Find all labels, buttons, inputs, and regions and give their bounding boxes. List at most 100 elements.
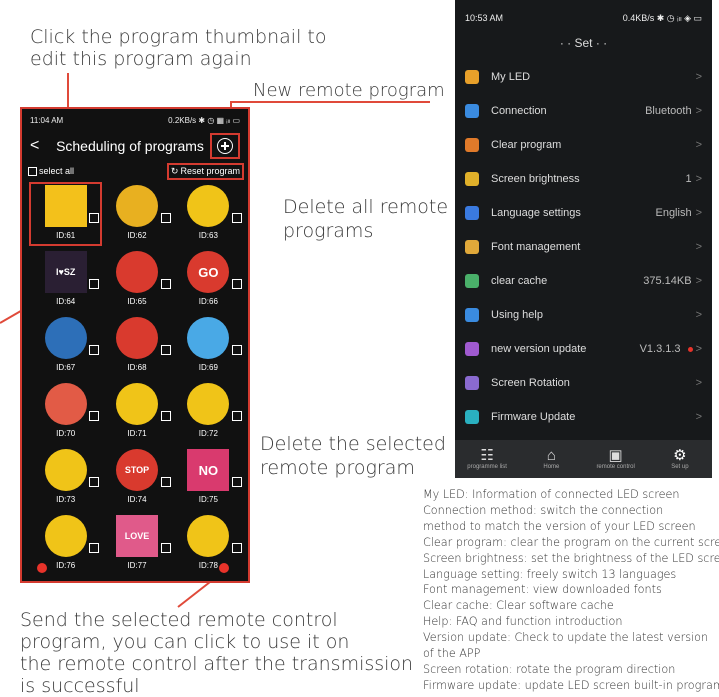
program-thumbnail[interactable]: ID:73: [30, 447, 101, 509]
program-id: ID:76: [56, 561, 76, 570]
settings-item-label: Using help: [491, 309, 543, 321]
program-thumbnail[interactable]: ID:78: [173, 513, 244, 575]
settings-item[interactable]: Firmware Update >: [455, 400, 712, 434]
settings-item[interactable]: Connection Bluetooth >: [455, 94, 712, 128]
rotate-icon: [465, 376, 479, 390]
program-checkbox[interactable]: [160, 477, 171, 487]
callout-thumbnail-line1: Click the program thumbnail to: [30, 26, 327, 48]
tab-gear[interactable]: ⚙ Set up: [648, 440, 712, 478]
callout-thumbnail-line2: edit this program again: [30, 48, 252, 70]
no-sound-icon: [115, 185, 158, 227]
program-thumbnail[interactable]: STOP ID:74: [101, 447, 172, 509]
program-checkbox[interactable]: [160, 543, 171, 553]
callout-delete-selected: Delete the selected remote program: [260, 432, 446, 480]
program-thumbnail[interactable]: ID:61: [28, 182, 103, 246]
chevron-right-icon: >: [695, 275, 702, 287]
settings-item[interactable]: Font management >: [455, 230, 712, 264]
chevron-right-icon: >: [695, 309, 702, 321]
kiss-face-icon: [44, 515, 87, 557]
tab-home[interactable]: ⌂ Home: [519, 440, 583, 478]
new-remote-program-button[interactable]: [210, 133, 240, 159]
program-thumbnail[interactable]: ID:69: [173, 315, 244, 377]
status-icons: 0.4KB/s ✱ ◷ ᵢₗₗ ◈ ▭: [622, 12, 702, 23]
tab-remote[interactable]: ▣ remote control: [584, 440, 648, 478]
program-thumbnail[interactable]: ID:68: [101, 315, 172, 377]
callout-send-line4: is successful: [20, 675, 140, 697]
program-id: ID:74: [127, 495, 147, 504]
settings-item[interactable]: Using help >: [455, 298, 712, 332]
program-checkbox[interactable]: [160, 279, 171, 289]
program-checkbox[interactable]: [232, 411, 242, 421]
no-phone-icon: [115, 251, 158, 293]
help-icon: [465, 308, 479, 322]
callout-delete-selected-line2: remote program: [260, 457, 415, 479]
settings-item[interactable]: Language settings English >: [455, 196, 712, 230]
settings-item[interactable]: new version update V1.3.1.3 >: [455, 332, 712, 366]
program-checkbox[interactable]: [232, 543, 242, 553]
list-icon: ☷: [480, 447, 494, 464]
status-bar: 11:04 AM 0.2KB/s ✱ ◷ ▦ ᵢₗₗ ▭: [22, 109, 248, 131]
tab-label: Set up: [671, 464, 689, 470]
settings-item[interactable]: Screen Rotation >: [455, 366, 712, 400]
program-thumbnail[interactable]: ID:72: [173, 381, 244, 443]
chevron-right-icon: >: [695, 105, 702, 117]
program-thumbnail[interactable]: I♥SZ ID:64: [30, 249, 101, 311]
smile-face-icon: [187, 515, 230, 557]
select-all-checkbox[interactable]: select all: [28, 166, 74, 177]
callout-delete-selected-line1: Delete the selected: [260, 433, 446, 455]
program-checkbox[interactable]: [89, 477, 100, 487]
program-checkbox[interactable]: [89, 213, 100, 223]
settings-item[interactable]: Screen brightness 1 >: [455, 162, 712, 196]
checkbox-icon: [28, 167, 37, 177]
status-bar: 10:53 AM 0.4KB/s ✱ ◷ ᵢₗₗ ◈ ▭: [455, 0, 712, 36]
tab-list[interactable]: ☷ programme list: [455, 440, 519, 478]
stop-sign-icon: STOP: [115, 449, 158, 491]
program-thumbnail[interactable]: ID:67: [30, 315, 101, 377]
settings-item-value: English: [655, 207, 692, 219]
program-thumbnail[interactable]: ID:65: [101, 249, 172, 311]
settings-item[interactable]: Clear program >: [455, 128, 712, 162]
program-checkbox[interactable]: [89, 411, 100, 421]
program-thumbnail[interactable]: LOVE ID:77: [101, 513, 172, 575]
program-checkbox[interactable]: [89, 279, 100, 289]
settings-item[interactable]: clear cache 375.14KB >: [455, 264, 712, 298]
program-checkbox[interactable]: [89, 345, 100, 355]
send-marker-left: [37, 563, 47, 573]
status-time: 10:53 AM: [465, 13, 504, 23]
program-thumbnail[interactable]: ID:71: [101, 381, 172, 443]
program-checkbox[interactable]: [89, 543, 100, 553]
language-icon: [465, 206, 479, 220]
program-thumbnail[interactable]: ID:62: [101, 183, 172, 245]
program-checkbox[interactable]: [160, 345, 171, 355]
reset-program-label: Reset program: [180, 166, 240, 176]
chevron-right-icon: >: [695, 71, 702, 83]
callout-delete-all: Delete all remote programs: [283, 195, 448, 243]
program-thumbnail[interactable]: ID:70: [30, 381, 101, 443]
program-thumbnail[interactable]: NO ID:75: [173, 447, 244, 509]
program-id: ID:64: [56, 297, 76, 306]
tab-label: programme list: [467, 464, 507, 470]
reset-program-button[interactable]: ↻ Reset program: [166, 162, 244, 180]
program-checkbox[interactable]: [232, 279, 242, 289]
gear-icon: ⚙: [673, 447, 687, 464]
settings-item-value: 1: [685, 173, 692, 185]
program-thumbnail[interactable]: ID:63: [173, 183, 244, 245]
chevron-right-icon: >: [695, 343, 702, 355]
settings-item-label: Clear program: [491, 139, 562, 151]
remote-icon: ▣: [608, 447, 623, 464]
pedestrian-icon: [44, 317, 87, 359]
settings-item[interactable]: My LED >: [455, 60, 712, 94]
program-thumbnail[interactable]: GO ID:66: [173, 249, 244, 311]
program-checkbox[interactable]: [232, 477, 242, 487]
callout-new-remote: New remote program: [253, 80, 445, 102]
program-checkbox[interactable]: [160, 213, 171, 223]
settings-description: My LED: Information of connected LED scr…: [423, 487, 719, 694]
program-checkbox[interactable]: [232, 345, 242, 355]
chevron-right-icon: >: [695, 207, 702, 219]
back-button[interactable]: <: [30, 137, 50, 155]
program-id: ID:72: [198, 429, 218, 438]
settings-item-label: Font management: [491, 241, 581, 253]
tab-label: Home: [543, 464, 560, 470]
program-checkbox[interactable]: [232, 213, 242, 223]
program-checkbox[interactable]: [160, 411, 171, 421]
